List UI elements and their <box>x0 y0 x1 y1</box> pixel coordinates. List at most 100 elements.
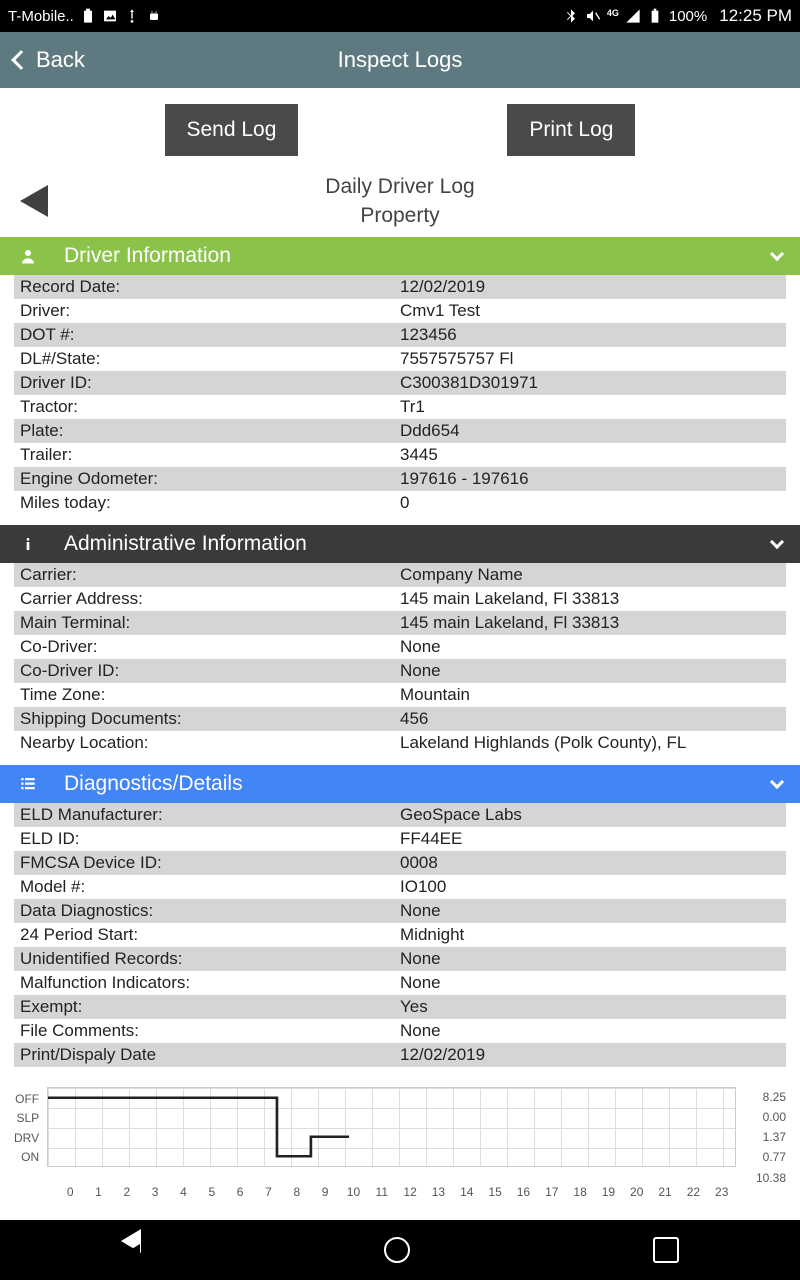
driver-info-header[interactable]: Driver Information <box>0 237 800 275</box>
print-log-button[interactable]: Print Log <box>507 104 635 156</box>
nav-back-icon[interactable] <box>121 1229 141 1271</box>
row-label: FMCSA Device ID: <box>20 853 400 873</box>
admin-info-header[interactable]: Administrative Information <box>0 525 800 563</box>
row-value: 456 <box>400 709 780 729</box>
back-label: Back <box>36 47 85 73</box>
chevron-down-icon <box>770 775 784 789</box>
x-tick: 23 <box>708 1185 736 1199</box>
action-buttons: Send Log Print Log <box>0 88 800 172</box>
data-row: File Comments:None <box>14 1019 786 1043</box>
row-label: Unidentified Records: <box>20 949 400 969</box>
row-label: DL#/State: <box>20 349 400 369</box>
row-label: Data Diagnostics: <box>20 901 400 921</box>
data-row: 24 Period Start:Midnight <box>14 923 786 947</box>
row-label: Tractor: <box>20 397 400 417</box>
data-row: Malfunction Indicators:None <box>14 971 786 995</box>
send-log-button[interactable]: Send Log <box>165 104 299 156</box>
android-icon <box>146 8 162 24</box>
row-value: Yes <box>400 997 780 1017</box>
nav-home-icon[interactable] <box>384 1237 410 1263</box>
chevron-down-icon <box>770 535 784 549</box>
x-tick: 15 <box>481 1185 509 1199</box>
info-icon <box>18 536 38 552</box>
row-label: Malfunction Indicators: <box>20 973 400 993</box>
data-row: Exempt:Yes <box>14 995 786 1019</box>
android-nav-bar <box>0 1220 800 1280</box>
row-label: Driver: <box>20 301 400 321</box>
row-value: Tr1 <box>400 397 780 417</box>
row-value: Mountain <box>400 685 780 705</box>
row-value: None <box>400 661 780 681</box>
row-label: Trailer: <box>20 445 400 465</box>
y-label-off: OFF <box>14 1092 39 1106</box>
x-tick: 7 <box>254 1185 282 1199</box>
row-value: 7557575757 Fl <box>400 349 780 369</box>
data-row: FMCSA Device ID:0008 <box>14 851 786 875</box>
data-row: Unidentified Records:None <box>14 947 786 971</box>
x-tick: 18 <box>566 1185 594 1199</box>
row-value: Ddd654 <box>400 421 780 441</box>
row-value: None <box>400 637 780 657</box>
x-tick: 5 <box>198 1185 226 1199</box>
carrier-label: T-Mobile.. <box>8 8 74 25</box>
data-row: Print/Dispaly Date12/02/2019 <box>14 1043 786 1067</box>
doc-title-line2: Property <box>48 201 752 230</box>
data-row: Main Terminal:145 main Lakeland, Fl 3381… <box>14 611 786 635</box>
row-label: Carrier: <box>20 565 400 585</box>
user-icon <box>18 247 38 265</box>
row-value: FF44EE <box>400 829 780 849</box>
clock: 12:25 PM <box>719 6 792 26</box>
android-status-bar: T-Mobile.. 4G 100% 12:25 PM <box>0 0 800 32</box>
y-label-on: ON <box>14 1150 39 1164</box>
total-off: 8.25 <box>744 1087 786 1107</box>
data-row: Co-Driver:None <box>14 635 786 659</box>
x-tick: 13 <box>424 1185 452 1199</box>
admin-info-rows: Carrier:Company NameCarrier Address:145 … <box>0 563 800 755</box>
data-row: Record Date:12/02/2019 <box>14 275 786 299</box>
doc-title-line1: Daily Driver Log <box>48 172 752 201</box>
bluetooth-icon <box>563 8 579 24</box>
total-slp: 0.00 <box>744 1107 786 1127</box>
diagnostics-header[interactable]: Diagnostics/Details <box>0 765 800 803</box>
prev-arrow-icon[interactable] <box>20 185 48 217</box>
row-value: 145 main Lakeland, Fl 33813 <box>400 613 780 633</box>
x-tick: 1 <box>84 1185 112 1199</box>
back-button[interactable]: Back <box>14 47 85 73</box>
data-row: Shipping Documents:456 <box>14 707 786 731</box>
x-tick: 22 <box>679 1185 707 1199</box>
app-header: Back Inspect Logs <box>0 32 800 88</box>
y-label-drv: DRV <box>14 1131 39 1145</box>
row-label: Carrier Address: <box>20 589 400 609</box>
x-tick: 2 <box>113 1185 141 1199</box>
admin-info-section: Administrative Information Carrier:Compa… <box>0 525 800 755</box>
row-value: 0 <box>400 493 780 513</box>
chevron-down-icon <box>770 247 784 261</box>
row-value: IO100 <box>400 877 780 897</box>
diagnostics-heading: Diagnostics/Details <box>64 772 243 796</box>
x-tick: 4 <box>169 1185 197 1199</box>
row-label: Main Terminal: <box>20 613 400 633</box>
x-tick: 17 <box>538 1185 566 1199</box>
row-value: None <box>400 1021 780 1041</box>
row-label: Record Date: <box>20 277 400 297</box>
data-row: Nearby Location:Lakeland Highlands (Polk… <box>14 731 786 755</box>
x-tick: 20 <box>623 1185 651 1199</box>
data-row: Miles today:0 <box>14 491 786 515</box>
battery-icon <box>647 8 663 24</box>
row-value: None <box>400 973 780 993</box>
x-tick: 16 <box>509 1185 537 1199</box>
row-label: Driver ID: <box>20 373 400 393</box>
total-drv: 1.37 <box>744 1127 786 1147</box>
document-title-row: Daily Driver Log Property <box>0 172 800 231</box>
row-value: 12/02/2019 <box>400 1045 780 1065</box>
admin-info-heading: Administrative Information <box>64 532 307 556</box>
x-tick: 3 <box>141 1185 169 1199</box>
chart-grand-total: 10.38 <box>0 1171 800 1185</box>
nav-recent-icon[interactable] <box>653 1237 679 1263</box>
data-row: ELD Manufacturer:GeoSpace Labs <box>14 803 786 827</box>
row-value: Midnight <box>400 925 780 945</box>
x-tick: 14 <box>453 1185 481 1199</box>
row-label: Co-Driver: <box>20 637 400 657</box>
x-tick: 6 <box>226 1185 254 1199</box>
data-row: Driver:Cmv1 Test <box>14 299 786 323</box>
